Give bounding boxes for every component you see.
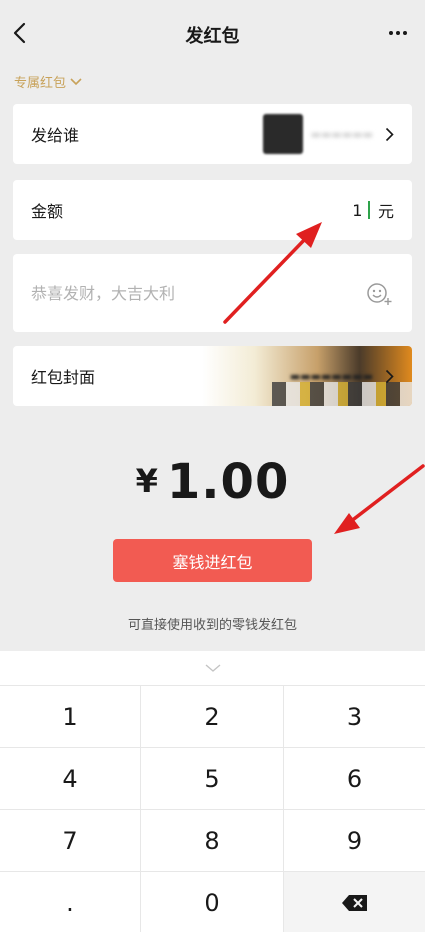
send-red-packet-button[interactable]: 塞钱进红包 xyxy=(113,539,312,582)
navigation-bar: 发红包 xyxy=(0,0,425,68)
currency-symbol: ¥ xyxy=(135,462,159,500)
chevron-down-icon xyxy=(70,77,82,85)
message-row xyxy=(13,254,412,332)
key-1[interactable]: 1 xyxy=(0,685,141,747)
cover-row[interactable]: 红包封面 ▬▬▬▬▬▬▬▬ xyxy=(13,346,412,406)
more-dot-icon xyxy=(389,31,393,35)
more-button[interactable] xyxy=(385,20,411,46)
page-title: 发红包 xyxy=(185,26,240,47)
delete-key[interactable] xyxy=(284,871,425,932)
number-keypad: 1 2 3 4 5 6 7 8 9 . 0 xyxy=(0,651,425,932)
more-dot-icon xyxy=(396,31,400,35)
total-amount: ¥1.00 xyxy=(0,454,425,510)
recipient-avatar xyxy=(262,114,303,154)
amount-row[interactable]: 金额 1 元 xyxy=(13,180,412,240)
amount-unit: 元 xyxy=(377,202,394,221)
key-3[interactable]: 3 xyxy=(284,685,425,747)
packet-type-selector[interactable]: 专属红包 xyxy=(14,72,82,91)
chevron-right-icon xyxy=(385,127,394,141)
key-4[interactable]: 4 xyxy=(0,747,141,809)
recipient-label: 发给谁 xyxy=(31,126,80,145)
recipient-name-blurred: ▬▬▬▬▬▬ xyxy=(310,127,373,141)
hint-text: 可直接使用收到的零钱发红包 xyxy=(127,618,297,633)
message-input[interactable] xyxy=(31,283,356,303)
chevron-right-icon xyxy=(385,369,394,383)
amount-input[interactable]: 1 xyxy=(352,201,362,220)
key-6[interactable]: 6 xyxy=(284,747,425,809)
cover-label: 红包封面 xyxy=(31,368,96,387)
key-decimal[interactable]: . xyxy=(0,871,141,932)
key-5[interactable]: 5 xyxy=(141,747,284,809)
keyboard-collapse-button[interactable] xyxy=(0,651,425,685)
total-value: 1.00 xyxy=(166,454,290,510)
key-2[interactable]: 2 xyxy=(141,685,284,747)
key-8[interactable]: 8 xyxy=(141,809,284,871)
key-7[interactable]: 7 xyxy=(0,809,141,871)
text-cursor xyxy=(368,201,370,219)
amount-label: 金额 xyxy=(31,202,64,221)
key-9[interactable]: 9 xyxy=(284,809,425,871)
key-0[interactable]: 0 xyxy=(141,871,284,932)
cover-name-blurred: ▬▬▬▬▬▬▬▬ xyxy=(289,369,373,383)
emoji-add-icon[interactable] xyxy=(364,278,394,308)
chevron-down-icon xyxy=(205,664,220,672)
more-dot-icon xyxy=(403,31,407,35)
recipient-row[interactable]: 发给谁 ▬▬▬▬▬▬ xyxy=(13,104,412,164)
backspace-icon xyxy=(341,894,367,911)
packet-type-label: 专属红包 xyxy=(14,76,67,91)
